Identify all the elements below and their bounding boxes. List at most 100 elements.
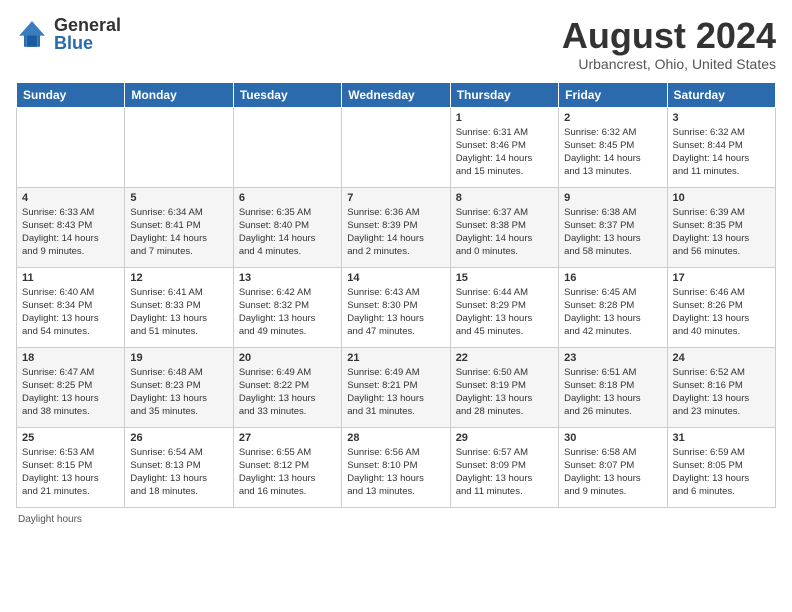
logo-blue-text: Blue: [54, 34, 121, 52]
calendar-cell: 12 Sunrise: 6:41 AM Sunset: 8:33 PM Dayli…: [125, 267, 233, 347]
day-info: Sunrise: 6:43 AM Sunset: 8:30 PM Dayligh…: [347, 286, 444, 339]
calendar-cell: 21 Sunrise: 6:49 AM Sunset: 8:21 PM Dayli…: [342, 347, 450, 427]
calendar-cell: 22Sunrise: 6:50 AM Sunset: 8:19 PM Dayli…: [450, 347, 558, 427]
day-number: 5: [130, 192, 227, 204]
day-info: Sunrise: 6:32 AM Sunset: 8:44 PM Dayligh…: [673, 126, 770, 179]
day-info: Sunrise: 6:53 AM Sunset: 8:15 PM Dayligh…: [22, 446, 119, 499]
day-info: Sunrise: 6:37 AM Sunset: 8:38 PM Dayligh…: [456, 206, 553, 259]
calendar-cell: 3 Sunrise: 6:32 AM Sunset: 8:44 PM Daylig…: [667, 107, 775, 187]
day-info: Sunrise: 6:46 AM Sunset: 8:26 PM Dayligh…: [673, 286, 770, 339]
day-info: Sunrise: 6:49 AM Sunset: 8:22 PM Dayligh…: [239, 366, 336, 419]
day-number: 15: [456, 272, 553, 284]
weekday-header-tuesday: Tuesday: [233, 82, 341, 107]
day-info: Sunrise: 6:38 AM Sunset: 8:37 PM Dayligh…: [564, 206, 661, 259]
calendar-cell: [17, 107, 125, 187]
weekday-header-sunday: Sunday: [17, 82, 125, 107]
day-number: 11: [22, 272, 119, 284]
day-info: Sunrise: 6:59 AM Sunset: 8:05 PM Dayligh…: [673, 446, 770, 499]
day-info: Sunrise: 6:51 AM Sunset: 8:18 PM Dayligh…: [564, 366, 661, 419]
day-info: Sunrise: 6:36 AM Sunset: 8:39 PM Dayligh…: [347, 206, 444, 259]
calendar-header: SundayMondayTuesdayWednesdayThursdayFrid…: [17, 82, 776, 107]
day-info: Sunrise: 6:33 AM Sunset: 8:43 PM Dayligh…: [22, 206, 119, 259]
day-number: 17: [673, 272, 770, 284]
day-number: 14: [347, 272, 444, 284]
day-info: Sunrise: 6:55 AM Sunset: 8:12 PM Dayligh…: [239, 446, 336, 499]
day-info: Sunrise: 6:54 AM Sunset: 8:13 PM Dayligh…: [130, 446, 227, 499]
calendar-cell: 15 Sunrise: 6:44 AM Sunset: 8:29 PM Dayli…: [450, 267, 558, 347]
day-number: 3: [673, 112, 770, 124]
title-block: August 2024 Urbancrest, Ohio, United Sta…: [562, 16, 776, 72]
page-container: General Blue August 2024 Urbancrest, Ohi…: [0, 0, 792, 535]
day-number: 8: [456, 192, 553, 204]
calendar-body: 1Sunrise: 6:31 AM Sunset: 8:46 PM Daylig…: [17, 107, 776, 507]
day-number: 4: [22, 192, 119, 204]
calendar-cell: 31 Sunrise: 6:59 AM Sunset: 8:05 PM Dayli…: [667, 427, 775, 507]
day-info: Sunrise: 6:58 AM Sunset: 8:07 PM Dayligh…: [564, 446, 661, 499]
day-number: 19: [130, 352, 227, 364]
calendar-cell: 16 Sunrise: 6:45 AM Sunset: 8:28 PM Dayli…: [559, 267, 667, 347]
day-number: 27: [239, 432, 336, 444]
weekday-header-thursday: Thursday: [450, 82, 558, 107]
day-number: 16: [564, 272, 661, 284]
day-number: 21: [347, 352, 444, 364]
day-number: 24: [673, 352, 770, 364]
calendar-cell: 11 Sunrise: 6:40 AM Sunset: 8:34 PM Dayli…: [17, 267, 125, 347]
day-number: 26: [130, 432, 227, 444]
calendar-cell: [342, 107, 450, 187]
day-info: Sunrise: 6:47 AM Sunset: 8:25 PM Dayligh…: [22, 366, 119, 419]
day-number: 22: [456, 352, 553, 364]
calendar-cell: 20 Sunrise: 6:49 AM Sunset: 8:22 PM Dayli…: [233, 347, 341, 427]
day-number: 7: [347, 192, 444, 204]
calendar-week-1: 1Sunrise: 6:31 AM Sunset: 8:46 PM Daylig…: [17, 107, 776, 187]
day-info: Sunrise: 6:41 AM Sunset: 8:33 PM Dayligh…: [130, 286, 227, 339]
day-number: 23: [564, 352, 661, 364]
calendar-cell: [233, 107, 341, 187]
calendar-cell: 8 Sunrise: 6:37 AM Sunset: 8:38 PM Daylig…: [450, 187, 558, 267]
calendar-cell: 4 Sunrise: 6:33 AM Sunset: 8:43 PM Daylig…: [17, 187, 125, 267]
day-info: Sunrise: 6:45 AM Sunset: 8:28 PM Dayligh…: [564, 286, 661, 339]
calendar-cell: 23 Sunrise: 6:51 AM Sunset: 8:18 PM Dayli…: [559, 347, 667, 427]
footer: Daylight hours: [16, 514, 776, 525]
calendar-cell: 19 Sunrise: 6:48 AM Sunset: 8:23 PM Dayli…: [125, 347, 233, 427]
calendar-cell: 1Sunrise: 6:31 AM Sunset: 8:46 PM Daylig…: [450, 107, 558, 187]
weekday-header-wednesday: Wednesday: [342, 82, 450, 107]
day-number: 31: [673, 432, 770, 444]
day-info: Sunrise: 6:49 AM Sunset: 8:21 PM Dayligh…: [347, 366, 444, 419]
calendar-cell: [125, 107, 233, 187]
day-number: 13: [239, 272, 336, 284]
day-number: 12: [130, 272, 227, 284]
day-info: Sunrise: 6:57 AM Sunset: 8:09 PM Dayligh…: [456, 446, 553, 499]
calendar-cell: 18 Sunrise: 6:47 AM Sunset: 8:25 PM Dayli…: [17, 347, 125, 427]
calendar-cell: 29Sunrise: 6:57 AM Sunset: 8:09 PM Dayli…: [450, 427, 558, 507]
calendar-cell: 30Sunrise: 6:58 AM Sunset: 8:07 PM Dayli…: [559, 427, 667, 507]
calendar-cell: 5 Sunrise: 6:34 AM Sunset: 8:41 PM Daylig…: [125, 187, 233, 267]
location: Urbancrest, Ohio, United States: [562, 56, 776, 72]
day-info: Sunrise: 6:52 AM Sunset: 8:16 PM Dayligh…: [673, 366, 770, 419]
calendar-cell: 9Sunrise: 6:38 AM Sunset: 8:37 PM Daylig…: [559, 187, 667, 267]
calendar-cell: 2Sunrise: 6:32 AM Sunset: 8:45 PM Daylig…: [559, 107, 667, 187]
day-info: Sunrise: 6:42 AM Sunset: 8:32 PM Dayligh…: [239, 286, 336, 339]
weekday-header-monday: Monday: [125, 82, 233, 107]
calendar-cell: 17 Sunrise: 6:46 AM Sunset: 8:26 PM Dayli…: [667, 267, 775, 347]
month-year: August 2024: [562, 16, 776, 56]
calendar-cell: 24 Sunrise: 6:52 AM Sunset: 8:16 PM Dayli…: [667, 347, 775, 427]
calendar-cell: 28Sunrise: 6:56 AM Sunset: 8:10 PM Dayli…: [342, 427, 450, 507]
day-info: Sunrise: 6:48 AM Sunset: 8:23 PM Dayligh…: [130, 366, 227, 419]
logo-icon: [16, 18, 48, 50]
logo-general-text: General: [54, 16, 121, 34]
weekday-header-row: SundayMondayTuesdayWednesdayThursdayFrid…: [17, 82, 776, 107]
day-info: Sunrise: 6:35 AM Sunset: 8:40 PM Dayligh…: [239, 206, 336, 259]
day-number: 28: [347, 432, 444, 444]
day-info: Sunrise: 6:44 AM Sunset: 8:29 PM Dayligh…: [456, 286, 553, 339]
calendar-week-5: 25Sunrise: 6:53 AM Sunset: 8:15 PM Dayli…: [17, 427, 776, 507]
calendar-cell: 7 Sunrise: 6:36 AM Sunset: 8:39 PM Daylig…: [342, 187, 450, 267]
day-info: Sunrise: 6:34 AM Sunset: 8:41 PM Dayligh…: [130, 206, 227, 259]
day-info: Sunrise: 6:31 AM Sunset: 8:46 PM Dayligh…: [456, 126, 553, 179]
calendar-week-4: 18 Sunrise: 6:47 AM Sunset: 8:25 PM Dayli…: [17, 347, 776, 427]
weekday-header-saturday: Saturday: [667, 82, 775, 107]
day-number: 18: [22, 352, 119, 364]
calendar-week-3: 11 Sunrise: 6:40 AM Sunset: 8:34 PM Dayli…: [17, 267, 776, 347]
day-number: 20: [239, 352, 336, 364]
day-info: Sunrise: 6:40 AM Sunset: 8:34 PM Dayligh…: [22, 286, 119, 339]
calendar-table: SundayMondayTuesdayWednesdayThursdayFrid…: [16, 82, 776, 508]
